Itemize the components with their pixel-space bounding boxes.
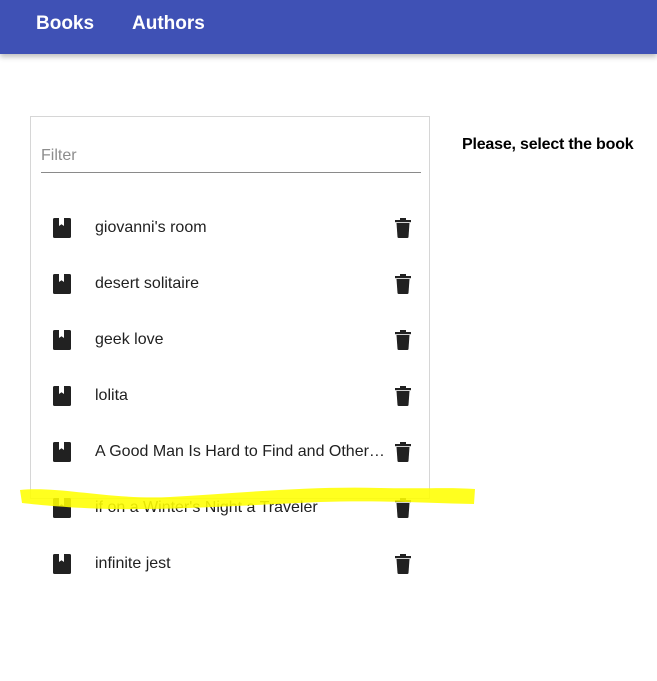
book-icon [53, 442, 71, 462]
book-icon [53, 330, 71, 350]
delete-icon[interactable] [395, 330, 411, 350]
book-icon [53, 498, 71, 518]
book-list: giovanni's room desert solitaire geek lo… [30, 200, 430, 592]
book-title: infinite jest [95, 555, 171, 572]
filter-field[interactable] [41, 142, 421, 173]
book-title: giovanni's room [95, 219, 207, 236]
book-title: geek love [95, 331, 164, 348]
book-title: A Good Man Is Hard to Find and Other Sto… [95, 443, 387, 460]
book-list-item[interactable]: A Good Man Is Hard to Find and Other Sto… [30, 424, 430, 480]
book-icon [53, 386, 71, 406]
nav-books-link[interactable]: Books [36, 0, 94, 50]
book-list-item[interactable]: desert solitaire [30, 256, 430, 312]
delete-icon[interactable] [395, 218, 411, 238]
book-title: if on a Winter's Night a Traveler [95, 499, 318, 516]
select-book-message: Please, select the book [462, 136, 634, 153]
book-list-item[interactable]: giovanni's room [30, 200, 430, 256]
book-icon [53, 218, 71, 238]
delete-icon[interactable] [395, 386, 411, 406]
book-list-item[interactable]: geek love [30, 312, 430, 368]
book-list-item[interactable]: infinite jest [30, 536, 430, 592]
book-icon [53, 554, 71, 574]
top-app-bar: Books Authors [0, 0, 657, 54]
book-list-item[interactable]: lolita [30, 368, 430, 424]
book-title: desert solitaire [95, 275, 200, 292]
delete-icon[interactable] [395, 442, 411, 462]
book-list-item[interactable]: if on a Winter's Night a Traveler [30, 480, 430, 536]
book-title: lolita [95, 387, 128, 404]
delete-icon[interactable] [395, 498, 411, 518]
filter-input[interactable] [41, 142, 421, 170]
book-icon [53, 274, 71, 294]
delete-icon[interactable] [395, 554, 411, 574]
nav-authors-link[interactable]: Authors [132, 0, 205, 50]
delete-icon[interactable] [395, 274, 411, 294]
